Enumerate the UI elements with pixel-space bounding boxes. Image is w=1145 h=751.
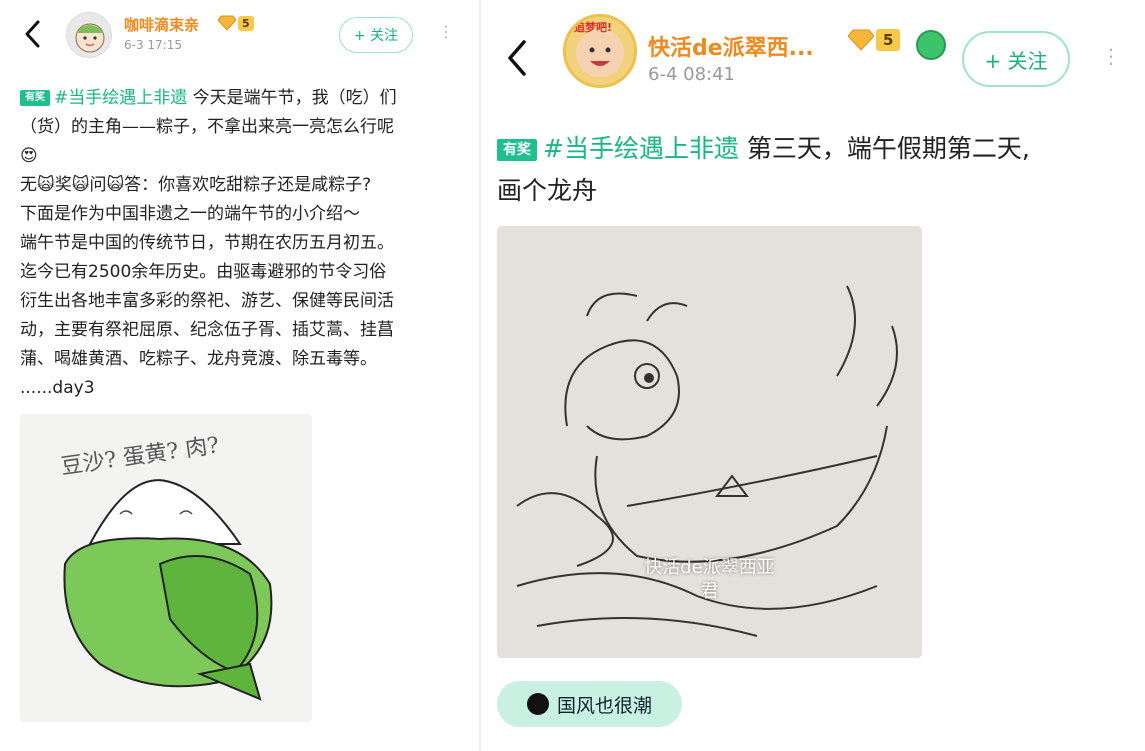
post-first-line: 有奖 #当手绘遇上非遗 今天是端午节，我（吃）们 — [20, 84, 465, 113]
post-time: 6-3 17:15 — [124, 38, 182, 52]
post-text: 动，主要有祭祀屈原、纪念伍子胥、插艾蒿、挂菖 — [20, 320, 394, 340]
vip-level: 5 — [238, 15, 254, 31]
username[interactable]: 咖啡滴束亲 — [124, 14, 199, 35]
more-icon[interactable]: ⋮ — [438, 22, 454, 41]
back-arrow-icon[interactable] — [18, 16, 48, 56]
post-text: 😍 — [20, 146, 38, 166]
avatar-frame-text: 追梦吧! — [574, 20, 612, 34]
post-text: 无🙀奖🙀问🙀答：你喜欢吃甜粽子还是咸粽子? — [20, 175, 372, 195]
panel-divider — [479, 0, 481, 751]
post-content: 有奖 #当手绘遇上非遗 今天是端午节，我（吃）们 （货）的主角——粽子，不拿出来亮… — [20, 84, 465, 403]
username[interactable]: 快活de派翠西... — [648, 30, 814, 62]
topic-label: 国风也很潮 — [556, 694, 652, 717]
back-arrow-icon[interactable] — [502, 38, 532, 82]
post-text: 衍生出各地丰富多彩的祭祀、游艺、保健等民间活 — [20, 291, 394, 311]
watermark-line: 君 — [700, 581, 719, 602]
zongzi-drawing-image[interactable]: 豆沙? 蛋黄? 肉? — [20, 414, 312, 722]
vip-badge: 5 — [218, 15, 254, 31]
post-text: ......day3 — [20, 378, 95, 398]
avatar[interactable] — [66, 12, 112, 58]
topic-tag-link[interactable]: #当手绘遇上非遗 — [543, 134, 739, 163]
diamond-icon — [218, 15, 236, 31]
post-time: 6-4 08:41 — [648, 64, 735, 85]
vip-level: 5 — [876, 29, 901, 51]
image-handwriting: 豆沙? 蛋黄? 肉? — [59, 433, 220, 480]
post-text: 今天是端午节，我（吃）们 — [192, 88, 397, 108]
post-first-line: 有奖 #当手绘遇上非遗 第三天，端午假期第二天, — [497, 128, 1127, 170]
dragon-boat-drawing-image[interactable]: 快活de派翠西亚 君 — [497, 226, 922, 658]
topic-icon — [526, 693, 549, 715]
more-icon[interactable]: ⋮ — [1101, 44, 1121, 68]
diamond-icon — [848, 29, 874, 51]
topic-tag-link[interactable]: #当手绘遇上非遗 — [54, 88, 187, 108]
post-text: 迄今已有2500余年历史。由驱毒避邪的节令习俗 — [20, 262, 387, 282]
topic-chip[interactable]: 国风也很潮 — [497, 681, 682, 727]
post-text: 蒲、喝雄黄酒、吃粽子、龙舟竞渡、除五毒等。 — [20, 349, 377, 369]
reward-badge: 有奖 — [497, 139, 537, 161]
follow-button[interactable]: + 关注 — [339, 17, 413, 53]
watermark-line: 快活de派翠西亚 — [644, 557, 775, 578]
vip-badge: 5 — [848, 29, 901, 51]
achievement-badge-icon — [916, 30, 946, 60]
post-text: 端午节是中国的传统节日，节期在农历五月初五。 — [20, 233, 394, 253]
post-text: 画个龙舟 — [497, 176, 598, 205]
avatar[interactable]: 追梦吧! — [563, 14, 637, 88]
post-content: 有奖 #当手绘遇上非遗 第三天，端午假期第二天, 画个龙舟 — [497, 128, 1127, 212]
image-watermark: 快活de派翠西亚 君 — [497, 556, 922, 604]
post-text: 第三天，端午假期第二天, — [738, 134, 1030, 163]
post-text: 下面是作为中国非遗之一的端午节的小介绍～ — [20, 204, 360, 224]
follow-button[interactable]: + 关注 — [962, 31, 1070, 87]
post-text: （货）的主角——粽子，不拿出来亮一亮怎么行呢 — [20, 117, 394, 137]
reward-badge: 有奖 — [20, 90, 50, 106]
